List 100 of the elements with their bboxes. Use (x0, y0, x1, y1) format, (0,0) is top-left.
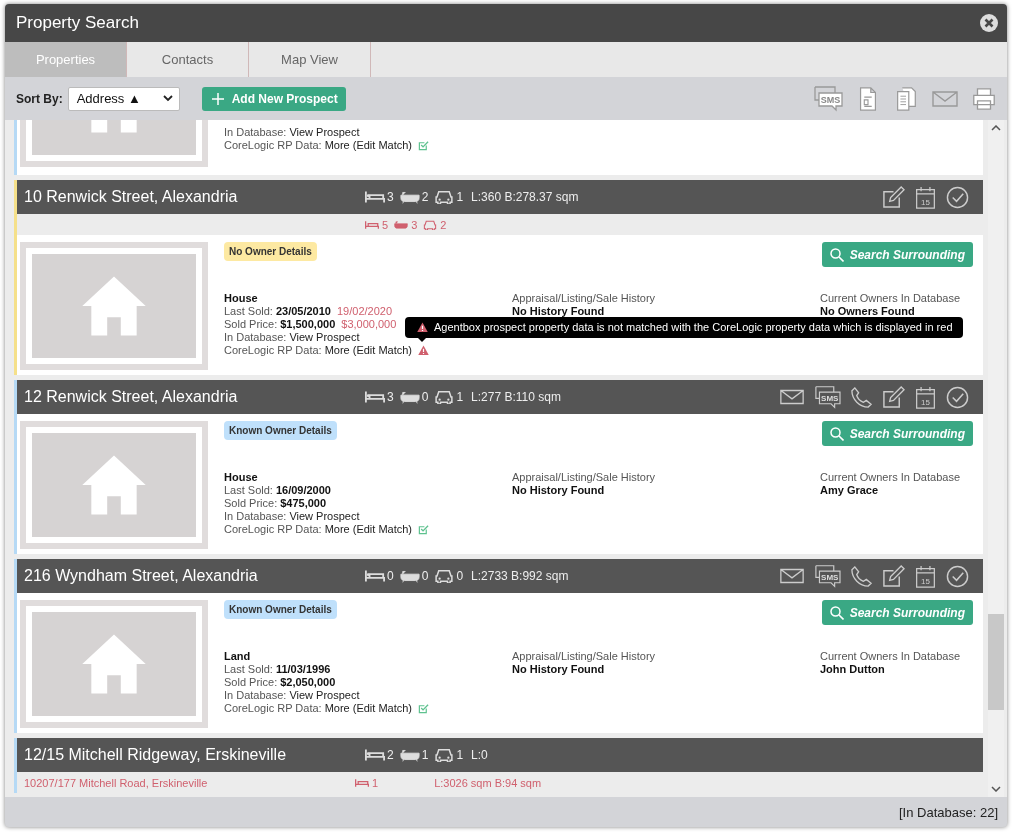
tooltip-text: Agentbox prospect property data is not matched with the CoreLogic property data which is displayed in red (434, 321, 953, 333)
owners-label: Current Owners In Database (820, 650, 961, 663)
field-value: 23/05/2010 (275, 305, 331, 318)
property-address[interactable]: 216 Wyndham Street, Alexandria (24, 567, 365, 585)
phone-icon[interactable] (850, 564, 873, 588)
plus-icon (211, 92, 224, 105)
bathroom-count: 0 (421, 569, 429, 583)
field-value[interactable]: View Prospect (289, 126, 360, 139)
bed-icon (365, 190, 385, 204)
phone-icon[interactable] (850, 385, 873, 409)
car-space-count: 0 (456, 569, 464, 583)
car-space-count: 1 (456, 190, 464, 204)
property-address[interactable]: 12 Renwick Street, Alexandria (24, 388, 365, 406)
land-building-size: L:0 (471, 748, 488, 762)
car-icon (434, 390, 455, 404)
bed-icon (365, 748, 385, 762)
scroll-up-icon[interactable] (991, 125, 1001, 131)
land-building-size: L:2733 B:992 sqm (471, 569, 569, 583)
email-icon[interactable] (779, 566, 805, 586)
car-icon (423, 219, 438, 230)
search-icon (829, 605, 844, 620)
bathtub-icon (399, 390, 420, 404)
land-building-size: L:360 B:278.37 sqm (471, 190, 579, 204)
edit-icon[interactable] (882, 185, 905, 209)
field-label: Sold Price: (224, 676, 278, 689)
car-icon (434, 569, 455, 583)
owners-label: Current Owners In Database (820, 292, 961, 305)
field-value[interactable]: View Prospect (289, 331, 360, 344)
history-value: No History Found (512, 663, 606, 676)
bedroom-count: 3 (387, 190, 394, 204)
field-value: 11/03/1996 (275, 663, 331, 676)
corelogic-value: 19/02/2020 (337, 305, 393, 318)
history-value: No History Found (512, 484, 606, 497)
owner-status-badge: Known Owner Details (224, 600, 337, 619)
field-value: $475,000 (280, 497, 327, 510)
scroll-down-icon[interactable] (991, 786, 1001, 792)
window-title: Property Search (16, 13, 139, 33)
edit-icon[interactable] (882, 385, 905, 409)
bathroom-count: 2 (421, 190, 429, 204)
bedroom-count: 0 (387, 569, 394, 583)
corelogic-value: $3,000,000 (341, 318, 397, 331)
field-label: Last Sold: (224, 305, 273, 318)
car-space-count: 2 (440, 218, 447, 231)
owner-status-badge: Known Owner Details (224, 421, 337, 440)
history-label: Appraisal/Listing/Sale History (512, 650, 657, 663)
field-value: $2,050,000 (280, 676, 336, 689)
check-circle-icon[interactable] (946, 185, 969, 209)
field-label: CoreLogic RP Data: (224, 702, 322, 715)
field-label: In Database: (224, 689, 287, 702)
field-label: In Database: (224, 510, 287, 523)
check-circle-icon[interactable] (946, 564, 969, 588)
scrollbar-thumb[interactable] (988, 614, 1004, 710)
close-icon[interactable] (979, 13, 999, 33)
field-value[interactable]: More (Edit Match) (324, 139, 413, 152)
check-circle-icon[interactable] (946, 385, 969, 409)
bathroom-count: 3 (411, 218, 418, 231)
history-value: No History Found (512, 305, 606, 318)
history-label: Appraisal/Listing/Sale History (512, 471, 657, 484)
scrollbar[interactable] (988, 120, 1004, 797)
sort-dropdown[interactable]: Address ▲ (67, 86, 180, 111)
field-label: Sold Price: (224, 318, 278, 331)
corelogic-address: 10207/177 Mitchell Road, Erskineville (24, 776, 209, 789)
field-label: Last Sold: (224, 663, 273, 676)
land-building-size: L:277 B:110 sqm (471, 390, 561, 404)
field-label: Last Sold: (224, 484, 273, 497)
field-value[interactable]: More (Edit Match) (324, 523, 413, 536)
car-space-count: 1 (456, 748, 464, 762)
sort-label: Sort By: (16, 91, 63, 106)
bathroom-count: 0 (421, 390, 429, 404)
property-address[interactable]: 12/15 Mitchell Ridgeway, Erskineville (24, 746, 365, 764)
field-label: CoreLogic RP Data: (224, 139, 322, 152)
edit-icon[interactable] (882, 564, 905, 588)
search-icon (829, 426, 844, 441)
field-value: 16/09/2000 (275, 484, 331, 497)
bed-icon (365, 219, 379, 230)
field-value[interactable]: More (Edit Match) (324, 702, 413, 715)
car-icon (434, 748, 455, 762)
field-value: $1,500,000 (280, 318, 336, 331)
owners-label: Current Owners In Database (820, 471, 961, 484)
print-icon[interactable] (971, 85, 997, 112)
car-space-count: 1 (456, 390, 464, 404)
history-label: Appraisal/Listing/Sale History (512, 292, 657, 305)
field-value[interactable]: View Prospect (289, 510, 360, 523)
field-label: Sold Price: (224, 497, 278, 510)
property-address[interactable]: 10 Renwick Street, Alexandria (24, 188, 365, 206)
field-value[interactable]: View Prospect (289, 689, 360, 702)
field-label: In Database: (224, 331, 287, 344)
owners-value: No Owners Found (820, 305, 916, 318)
bed-icon (365, 390, 385, 404)
bed-icon (355, 777, 369, 788)
email-icon[interactable] (779, 387, 805, 407)
property-type: House (224, 292, 259, 305)
field-value[interactable]: More (Edit Match) (324, 344, 413, 357)
bed-icon (365, 569, 385, 583)
bedroom-count: 1 (372, 776, 379, 789)
warning-icon (417, 321, 428, 333)
corelogic-size: L:3026 sqm B:94 sqm (434, 776, 542, 789)
owners-value: John Dutton (820, 663, 886, 676)
search-icon (829, 247, 844, 262)
bathtub-icon (399, 748, 420, 762)
